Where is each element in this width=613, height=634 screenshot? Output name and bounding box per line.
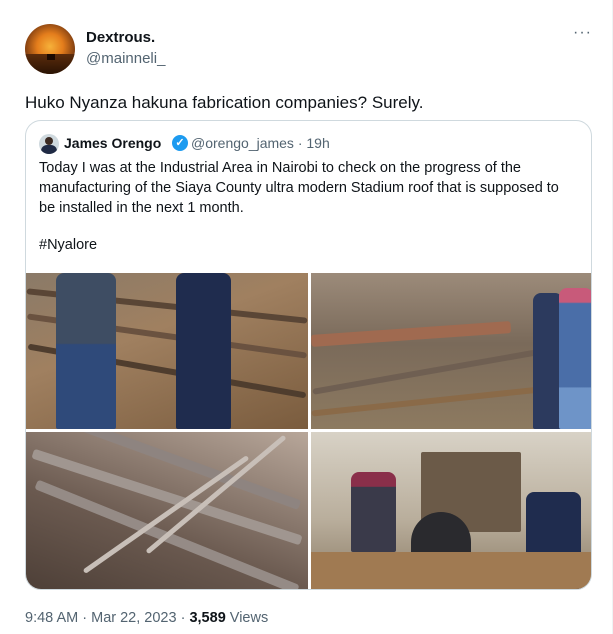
photo-desk <box>311 552 591 589</box>
photo-pipe <box>311 321 512 347</box>
author-handle[interactable]: @mainneli_ <box>86 50 165 67</box>
quoted-avatar-head <box>45 137 53 145</box>
quoted-author-avatar[interactable] <box>39 134 59 154</box>
author-name[interactable]: Dextrous. <box>86 29 155 46</box>
quoted-author-name[interactable]: James Orengo <box>64 135 161 151</box>
avatar-boat <box>47 54 55 60</box>
photo-person-turban <box>559 288 591 429</box>
tweet: Dextrous. @mainneli_ ··· Huko Nyanza hak… <box>0 0 613 634</box>
photo-men-with-pipes[interactable] <box>26 273 308 429</box>
tweet-date[interactable]: Mar 22, 2023 <box>91 610 176 626</box>
tweet-footer: 9:48 AM · Mar 22, 2023 · 3,589 Views <box>25 610 268 626</box>
author-avatar[interactable] <box>25 24 75 74</box>
views-label: Views <box>229 610 269 626</box>
quoted-avatar-suit <box>41 145 57 154</box>
photo-person-blue-shirt <box>56 273 116 429</box>
tweet-text: Huko Nyanza hakuna fabrication companies… <box>25 93 424 112</box>
footer-dot: · <box>180 610 186 626</box>
photo-person-turban <box>351 472 396 552</box>
photo-inspecting-pipes[interactable] <box>311 273 591 429</box>
photo-steel-frame[interactable] <box>26 432 308 589</box>
hashtag-link[interactable]: #Nyalore <box>39 237 97 253</box>
quoted-tweet[interactable]: James Orengo ✓ @orengo_james · 19h Today… <box>25 120 592 590</box>
photo-office-meeting[interactable] <box>311 432 591 589</box>
quoted-author-meta[interactable]: @orengo_james · 19h <box>191 135 330 151</box>
footer-dot: · <box>82 610 88 626</box>
photo-pipe <box>311 385 551 417</box>
photo-person-suit <box>176 273 231 429</box>
more-options-icon[interactable]: ··· <box>573 24 592 42</box>
quoted-time[interactable]: 19h <box>306 135 329 151</box>
photo-pipe <box>312 347 550 395</box>
views-count: 3,589 <box>189 610 226 626</box>
quoted-tweet-text: Today I was at the Industrial Area in Na… <box>39 160 559 216</box>
tweet-time[interactable]: 9:48 AM <box>25 610 78 626</box>
meta-separator: · <box>297 135 303 151</box>
quoted-author-handle[interactable]: @orengo_james <box>191 135 294 151</box>
media-grid <box>26 273 591 589</box>
verified-badge-icon: ✓ <box>172 135 188 151</box>
